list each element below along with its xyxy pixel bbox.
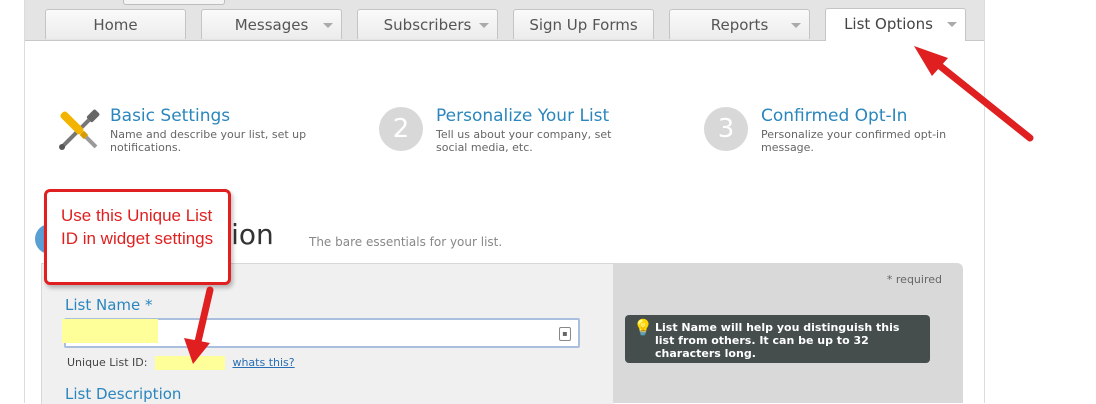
step-description: Tell us about your company, set social m… [436, 128, 612, 154]
annotation-callout: Use this Unique List ID in widget settin… [44, 189, 231, 285]
tab-subscribers-label: Subscribers [383, 16, 472, 34]
help-panel: * required 💡 List Name will help you dis… [613, 263, 963, 403]
chevron-down-icon[interactable] [323, 23, 333, 28]
tab-bar: Home Messages Subscribers Sign Up Forms … [25, 0, 984, 41]
tab-home-label: Home [93, 16, 138, 34]
chevron-down-icon[interactable] [791, 23, 801, 28]
tab-messages[interactable]: Messages [201, 9, 342, 39]
unique-list-id-label: Unique List ID: [67, 356, 148, 369]
unique-list-id-row: Unique List ID: whats this? [67, 356, 295, 370]
tooltip-box: 💡 List Name will help you distinguish th… [625, 315, 930, 363]
whats-this-link[interactable]: whats this? [232, 356, 294, 369]
outer-background-right [983, 0, 1096, 403]
tooltip-text: List Name will help you distinguish this… [655, 321, 900, 360]
contact-card-icon[interactable]: ▪ [559, 327, 571, 341]
input-value-highlight [62, 319, 158, 343]
tab-reports[interactable]: Reports [669, 9, 810, 39]
setup-steps: Basic Settings Name and describe your li… [25, 100, 984, 170]
tab-sign-up-forms[interactable]: Sign Up Forms [513, 9, 654, 39]
required-note: * required [886, 273, 942, 286]
tab-list-options[interactable]: List Options [825, 8, 966, 41]
step-description: Personalize your confirmed opt-in messag… [761, 128, 947, 154]
tab-messages-label: Messages [234, 16, 309, 34]
tab-subscribers[interactable]: Subscribers [357, 9, 498, 39]
step-title[interactable]: Confirmed Opt-In [761, 106, 907, 126]
list-name-label: List Name * [65, 296, 153, 314]
section-subtitle: The bare essentials for your list. [309, 235, 503, 249]
unique-list-id-value [154, 356, 225, 370]
step-description: Name and describe your list, set up noti… [110, 128, 307, 154]
outer-background-left [0, 0, 24, 403]
list-description-label: List Description [65, 385, 182, 403]
wrench-screwdriver-icon [59, 109, 100, 150]
tab-reports-label: Reports [710, 16, 769, 34]
step-number-badge: 2 [379, 107, 423, 151]
lightbulb-icon: 💡 [633, 318, 653, 337]
annotation-text: Use this Unique List ID in widget settin… [61, 206, 214, 248]
step-number-badge: 3 [704, 107, 748, 151]
top-button-edge [123, 0, 225, 5]
step-title[interactable]: Basic Settings [110, 106, 230, 126]
chevron-down-icon[interactable] [479, 23, 489, 28]
step-title[interactable]: Personalize Your List [436, 106, 609, 126]
list-name-input[interactable]: ▪ [62, 318, 580, 348]
tab-home[interactable]: Home [45, 9, 186, 39]
tab-list-options-label: List Options [844, 15, 933, 33]
chevron-down-icon[interactable] [947, 22, 957, 27]
tab-sign-up-forms-label: Sign Up Forms [529, 16, 638, 34]
